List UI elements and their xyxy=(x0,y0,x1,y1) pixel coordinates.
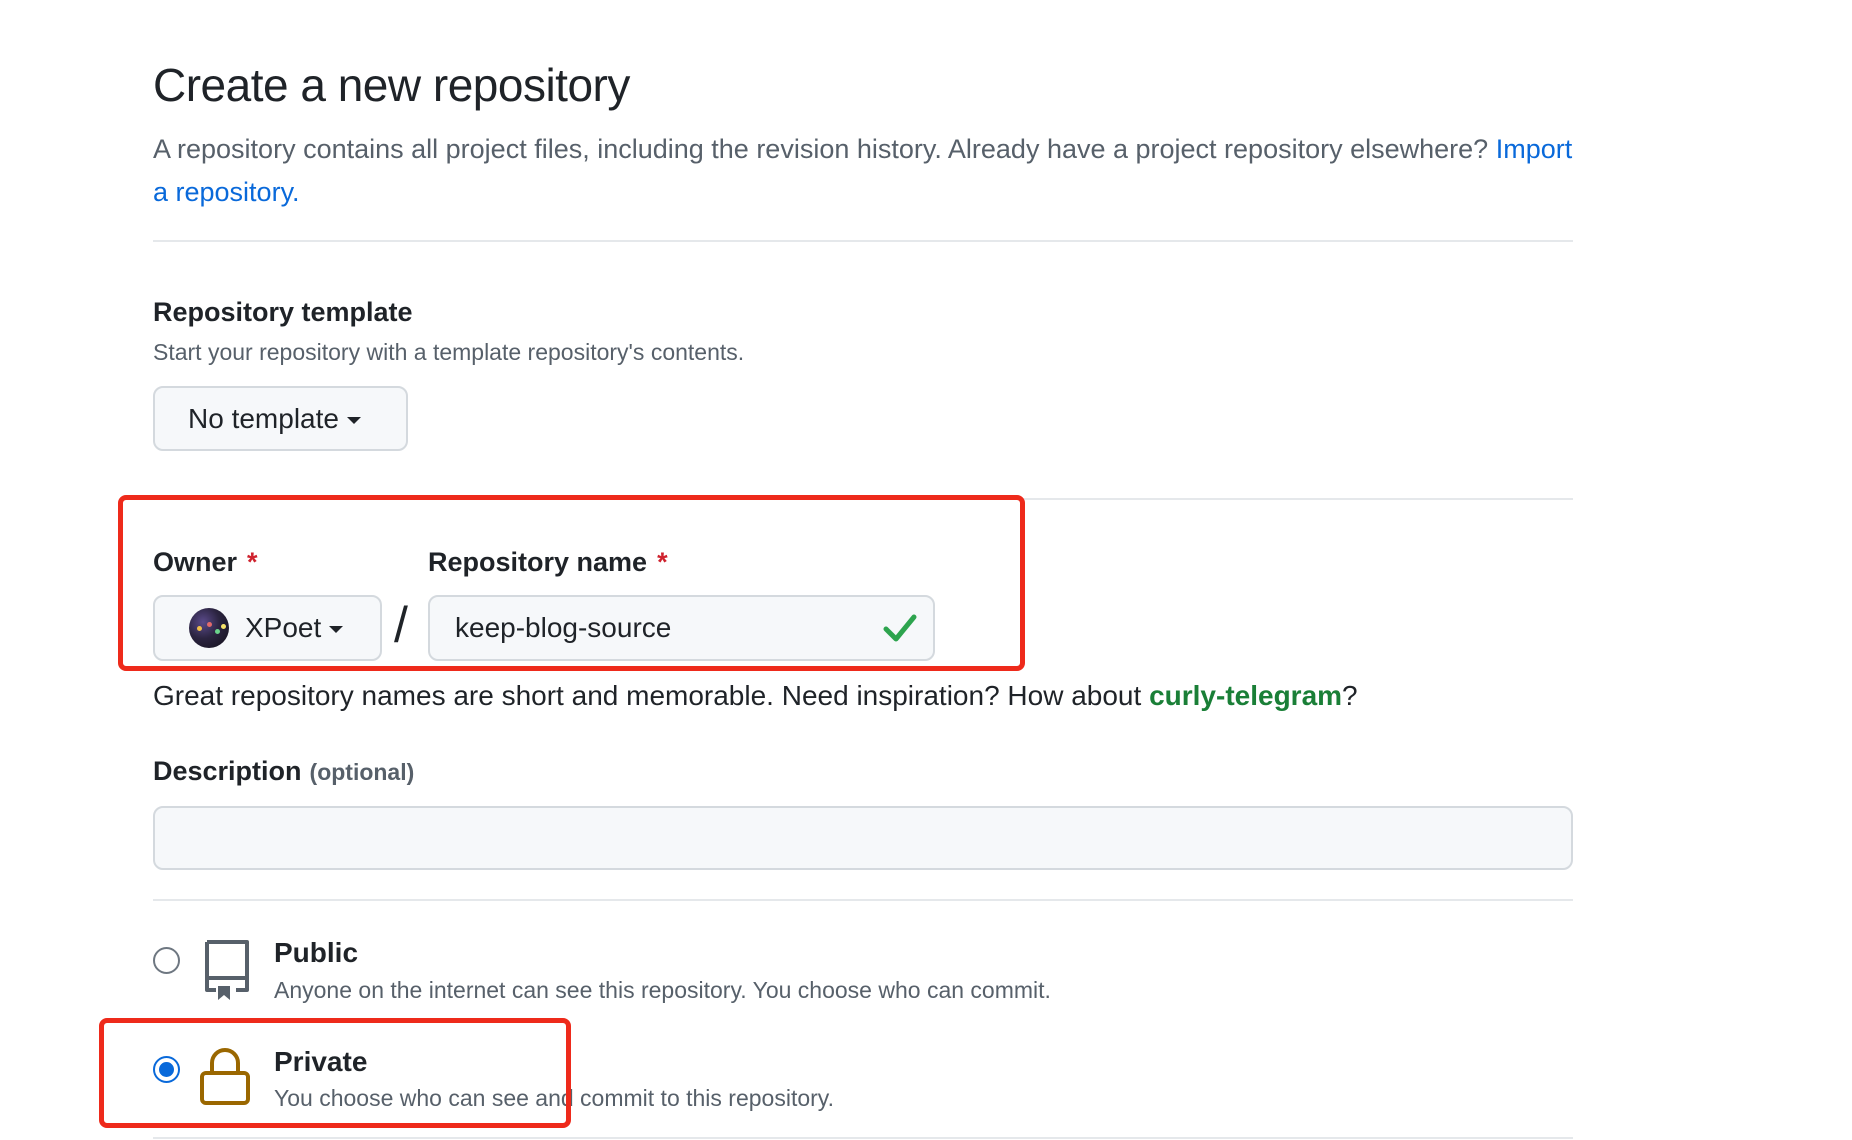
private-note: You choose who can see and commit to thi… xyxy=(274,1085,834,1111)
optional-tag: (optional) xyxy=(309,759,415,785)
owner-label: Owner * xyxy=(153,547,258,578)
repo-name-hint: Great repository names are short and mem… xyxy=(153,680,1358,712)
name-suggestion-link[interactable]: curly-telegram xyxy=(1149,680,1342,711)
description-input[interactable] xyxy=(153,806,1573,870)
chevron-down-icon xyxy=(329,626,344,633)
public-title: Public xyxy=(274,937,359,968)
create-repo-page: Create a new repository A repository con… xyxy=(0,0,1852,1140)
hint-end: ? xyxy=(1342,680,1358,711)
template-dropdown-button[interactable]: No template xyxy=(153,386,408,451)
lock-icon xyxy=(198,1045,252,1112)
owner-label-text: Owner xyxy=(153,547,238,577)
description-label: Description (optional) xyxy=(153,756,414,787)
public-radio[interactable] xyxy=(153,947,180,974)
repo-icon xyxy=(200,938,252,1009)
private-title: Private xyxy=(274,1046,368,1077)
public-note: Anyone on the internet can see this repo… xyxy=(274,977,1051,1003)
private-radio[interactable] xyxy=(153,1056,180,1083)
template-note: Start your repository with a template re… xyxy=(153,339,745,365)
hint-text: Great repository names are short and mem… xyxy=(153,680,1142,711)
divider xyxy=(153,899,1573,901)
required-mark: * xyxy=(657,547,668,577)
repo-name-label-text: Repository name xyxy=(428,547,648,577)
repo-name-input[interactable]: keep-blog-source xyxy=(428,595,935,661)
description-label-text: Description xyxy=(153,756,302,786)
subtitle-text: A repository contains all project files,… xyxy=(153,134,1489,164)
repo-name-value: keep-blog-source xyxy=(455,612,672,643)
divider xyxy=(153,1137,1573,1139)
owner-dropdown-button[interactable]: XPoet xyxy=(153,595,382,661)
required-mark: * xyxy=(247,547,258,577)
divider xyxy=(153,498,1573,500)
owner-value: XPoet xyxy=(245,612,322,643)
page-subtitle: A repository contains all project files,… xyxy=(153,128,1573,214)
template-button-label: No template xyxy=(188,402,339,434)
divider xyxy=(153,240,1573,242)
check-icon xyxy=(883,612,917,651)
chevron-down-icon xyxy=(346,416,361,424)
template-label: Repository template xyxy=(153,297,413,327)
repo-name-label: Repository name * xyxy=(428,547,668,578)
owner-repo-separator: / xyxy=(394,597,408,653)
page-title: Create a new repository xyxy=(153,59,630,111)
avatar xyxy=(189,608,229,648)
